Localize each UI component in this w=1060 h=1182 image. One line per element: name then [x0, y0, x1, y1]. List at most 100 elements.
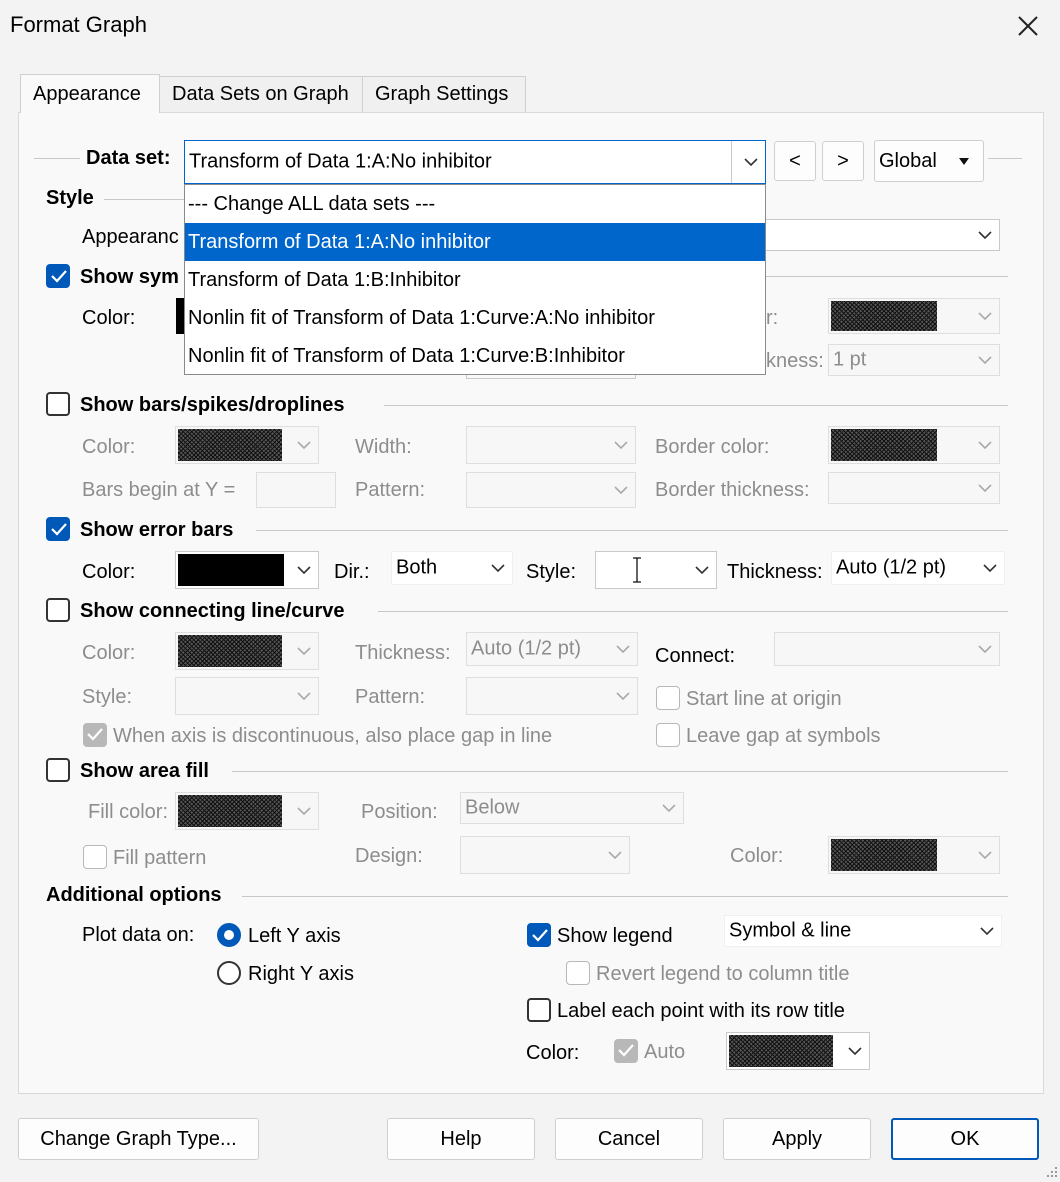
chevron-down-icon [978, 231, 992, 240]
bars-border-thickness-select[interactable] [828, 472, 1000, 504]
bars-pattern-label: Pattern: [355, 479, 426, 501]
bars-width-label: Width: [355, 436, 412, 458]
change-graph-type-button[interactable]: Change Graph Type... [18, 1118, 259, 1160]
symbol-border-color-select[interactable] [828, 298, 1000, 334]
bars-width-select[interactable] [466, 426, 636, 464]
line-color-select[interactable] [175, 632, 319, 670]
fill-pattern-checkbox[interactable] [83, 845, 107, 869]
previous-dataset-button[interactable]: < [774, 141, 816, 181]
error-dir-select[interactable]: Both [391, 551, 513, 585]
close-icon[interactable] [1010, 8, 1046, 44]
divider [384, 405, 1008, 406]
show-error-bars-checkbox[interactable] [46, 517, 70, 541]
area-color-select[interactable] [828, 836, 1000, 874]
error-style-select[interactable] [595, 551, 717, 589]
left-y-axis-label: Left Y axis [248, 925, 341, 947]
error-dir-label: Dir.: [334, 561, 370, 583]
help-button[interactable]: Help [387, 1118, 535, 1160]
error-thickness-label: Thickness: [727, 561, 823, 583]
data-set-dropdown-list[interactable]: --- Change ALL data sets --- Transform o… [184, 184, 766, 375]
label-color-auto-checkbox[interactable] [614, 1039, 638, 1063]
line-thickness-label: Thickness: [355, 642, 451, 664]
area-fill-color-select[interactable] [175, 792, 319, 830]
line-thickness-value: Auto (1/2 pt) [471, 637, 582, 660]
area-position-label: Position: [361, 801, 438, 823]
symbol-border-color-label: r: [766, 307, 779, 329]
apply-button[interactable]: Apply [723, 1118, 871, 1160]
appearance-select[interactable] [766, 219, 1000, 251]
bars-border-color-select[interactable] [828, 426, 1000, 464]
label-color-auto-label: Auto [644, 1041, 686, 1063]
dropdown-option[interactable]: Transform of Data 1:B:Inhibitor [185, 261, 765, 299]
next-dataset-button[interactable]: > [822, 141, 864, 181]
line-thickness-select[interactable]: Auto (1/2 pt) [466, 632, 638, 666]
chevron-down-icon [297, 441, 311, 450]
color-swatch [831, 429, 937, 461]
line-connect-select[interactable] [774, 632, 1000, 666]
error-thickness-select[interactable]: Auto (1/2 pt) [831, 551, 1005, 585]
show-legend-checkbox[interactable] [527, 923, 551, 947]
gap-symbols-label: Leave gap at symbols [686, 725, 881, 747]
dropdown-option[interactable]: Nonlin fit of Transform of Data 1:Curve:… [185, 299, 765, 337]
chevron-down-icon [616, 645, 630, 654]
title-bar [0, 0, 1060, 52]
data-set-value: Transform of Data 1:A:No inhibitor [189, 150, 492, 173]
bars-pattern-select[interactable] [466, 472, 636, 508]
bars-begin-label: Bars begin at Y = [82, 479, 236, 501]
line-style-select[interactable] [175, 677, 319, 715]
left-y-axis-radio[interactable] [217, 923, 241, 947]
ok-button[interactable]: OK [891, 1118, 1039, 1160]
tab-data-sets-on-graph[interactable]: Data Sets on Graph [159, 76, 363, 112]
symbol-border-thickness-select[interactable]: 1 pt [828, 344, 1000, 376]
area-color-label: Color: [730, 845, 784, 867]
area-position-select[interactable]: Below [460, 792, 684, 824]
symbol-border-thickness-label: kness: [766, 350, 824, 372]
gap-symbols-checkbox[interactable] [656, 723, 680, 747]
area-position-value: Below [465, 796, 520, 819]
symbol-color-swatch[interactable] [176, 298, 184, 334]
color-swatch [178, 795, 282, 827]
divider [988, 158, 1022, 159]
tab-graph-settings[interactable]: Graph Settings [362, 76, 526, 112]
show-symbols-checkbox[interactable] [46, 264, 70, 288]
color-swatch [178, 635, 282, 667]
caret-down-icon [959, 158, 969, 165]
chevron-down-icon [297, 566, 311, 575]
data-set-select[interactable]: Transform of Data 1:A:No inhibitor [184, 140, 766, 184]
bars-begin-input[interactable] [256, 472, 336, 508]
revert-legend-checkbox[interactable] [566, 961, 590, 985]
line-pattern-select[interactable] [466, 677, 638, 715]
chevron-down-icon [978, 645, 992, 654]
divider [731, 141, 732, 183]
bars-color-select[interactable] [175, 426, 319, 464]
dropdown-option-selected[interactable]: Transform of Data 1:A:No inhibitor [185, 223, 765, 261]
error-color-select[interactable] [175, 551, 319, 589]
divider [256, 530, 1008, 531]
start-line-origin-checkbox[interactable] [656, 686, 680, 710]
chevron-down-icon [614, 486, 628, 495]
revert-legend-label: Revert legend to column title [596, 963, 850, 985]
color-swatch [831, 839, 937, 871]
show-line-checkbox[interactable] [46, 598, 70, 622]
symbol-color-label: Color: [82, 307, 136, 329]
checkmark-icon [532, 929, 548, 942]
label-color-select[interactable] [726, 1032, 870, 1070]
area-design-select[interactable] [460, 836, 630, 874]
right-y-axis-radio[interactable] [217, 961, 241, 985]
show-area-fill-checkbox[interactable] [46, 758, 70, 782]
cancel-button[interactable]: Cancel [555, 1118, 703, 1160]
dropdown-option[interactable]: Nonlin fit of Transform of Data 1:Curve:… [185, 337, 765, 375]
resize-grip-icon[interactable] [1044, 1164, 1058, 1178]
checkmark-icon [51, 523, 67, 536]
legend-style-select[interactable]: Symbol & line [724, 915, 1002, 947]
bars-color-label: Color: [82, 436, 136, 458]
divider [232, 771, 1008, 772]
tab-appearance[interactable]: Appearance [20, 74, 160, 113]
gap-discontinuous-checkbox[interactable] [83, 723, 107, 747]
show-bars-checkbox[interactable] [46, 392, 70, 416]
data-set-label: Data set: [86, 147, 171, 169]
label-points-checkbox[interactable] [527, 998, 551, 1022]
chevron-down-icon [983, 564, 997, 573]
dropdown-option[interactable]: --- Change ALL data sets --- [185, 185, 765, 223]
scope-dropdown[interactable]: Global [874, 140, 984, 182]
